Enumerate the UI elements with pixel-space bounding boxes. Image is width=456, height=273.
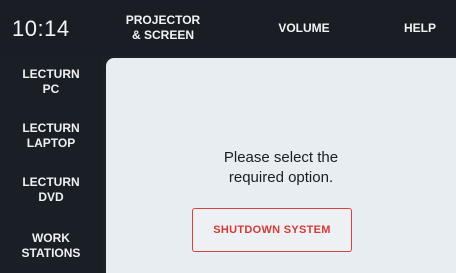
instruction-text: Please select the required option.	[223, 149, 339, 186]
sidebar-item-lecturn-pc[interactable]: LECTURN PC	[0, 64, 102, 100]
source-sidebar: LECTURN PC LECTURN LAPTOP LECTURN DVD WO…	[0, 56, 102, 273]
sidebar-item-lecturn-dvd[interactable]: LECTURN DVD	[0, 172, 102, 208]
sidebar-item-work-stations[interactable]: WORK STATIONS	[0, 228, 102, 264]
top-bar: 10:14 PROJECTOR & SCREEN VOLUME HELP	[0, 0, 456, 56]
sidebar-item-lecturn-laptop[interactable]: LECTURN LAPTOP	[0, 118, 102, 154]
help-button[interactable]: HELP	[392, 0, 448, 56]
clock: 10:14	[12, 16, 70, 41]
projector-screen-button[interactable]: PROJECTOR & SCREEN	[120, 0, 206, 56]
volume-button[interactable]: VOLUME	[262, 0, 346, 56]
control-panel-screen: 10:14 PROJECTOR & SCREEN VOLUME HELP LEC…	[0, 0, 456, 273]
main-panel: Please select the required option. SHUTD…	[106, 58, 456, 273]
shutdown-system-button[interactable]: SHUTDOWN SYSTEM	[192, 208, 352, 252]
